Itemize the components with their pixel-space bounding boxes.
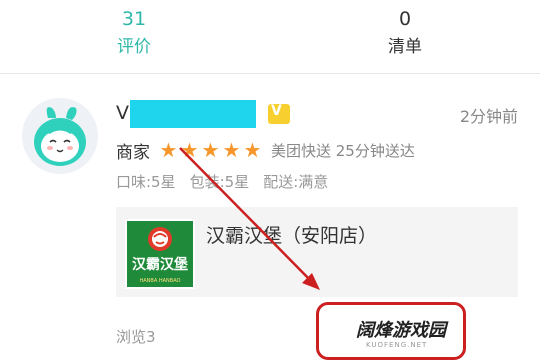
watermark-text: 阔烽游戏园	[356, 320, 446, 341]
username: V	[116, 102, 129, 124]
star-icon: ★	[201, 138, 220, 162]
view-count: 浏览3	[116, 328, 156, 346]
username-redaction	[130, 100, 256, 128]
shop-card[interactable]: 汉霸汉堡 HANBA HANBAO 汉霸汉堡（安阳店）	[116, 207, 518, 297]
star-icon: ★	[222, 138, 241, 162]
tab-reviews-label: 评价	[117, 37, 151, 57]
tab-bar: 31 评价 0 清单	[0, 0, 540, 74]
detail-ratings: 口味:5星 包装:5星 配送:满意	[116, 171, 328, 192]
merchant-label: 商家	[116, 142, 150, 163]
star-rating: ★ ★ ★ ★ ★	[158, 139, 263, 161]
tab-menu-count: 0	[398, 8, 412, 30]
merchant-rating-row: 商家 ★ ★ ★ ★ ★ 美团快送 25分钟送达	[116, 137, 415, 163]
shop-logo-icon: 汉霸汉堡 HANBA HANBAO	[125, 219, 195, 289]
vip-badge-label: V	[271, 103, 282, 119]
tab-menu-label: 清单	[388, 37, 422, 57]
review-time: 2分钟前	[459, 107, 518, 126]
star-icon: ★	[180, 138, 199, 162]
shop-name: 汉霸汉堡（安阳店）	[206, 225, 378, 247]
avatar[interactable]	[22, 98, 98, 174]
vip-badge-icon: V	[268, 103, 290, 124]
tab-menu-list[interactable]: 0 清单	[335, 6, 475, 60]
watermark-subtext: KUOFENG.NET	[366, 341, 428, 349]
delivery-rating: 配送:满意	[263, 173, 329, 191]
tab-reviews[interactable]: 31 评价	[64, 6, 204, 60]
shop-logo-subtext: HANBA HANBAO	[140, 278, 181, 284]
shop-logo-text: 汉霸汉堡	[132, 256, 188, 273]
packaging-rating: 包装:5星	[189, 173, 250, 191]
taste-rating: 口味:5星	[116, 173, 176, 191]
mascot-avatar-icon	[22, 98, 98, 174]
shop-logo: 汉霸汉堡 HANBA HANBAO	[125, 219, 195, 289]
delivery-info: 美团快送 25分钟送达	[271, 141, 415, 160]
star-icon: ★	[159, 138, 178, 162]
star-icon: ★	[243, 138, 262, 162]
tab-reviews-count: 31	[121, 8, 147, 30]
